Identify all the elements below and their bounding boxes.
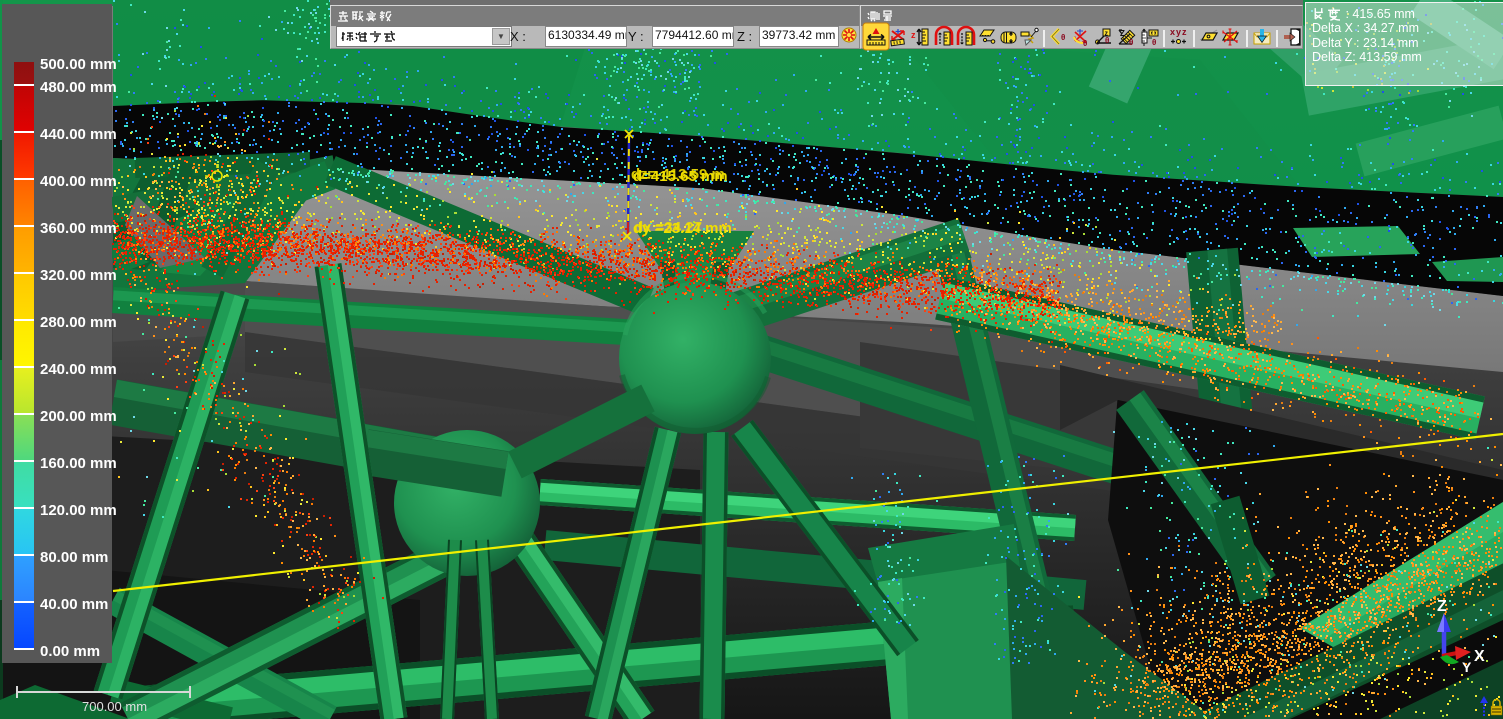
svg-text:dz=-413.59 m: dz=-413.59 m [631, 166, 725, 183]
svg-text:Z: Z [1437, 598, 1447, 615]
svg-text:Y: Y [1462, 659, 1472, 675]
svg-text:θ: θ [1152, 38, 1156, 47]
svg-text:θ: θ [1083, 39, 1087, 48]
svg-text:X: X [1474, 648, 1485, 665]
svg-text:700.00 mm: 700.00 mm [82, 699, 147, 714]
svg-text:z: z [911, 30, 916, 40]
svg-text:θ: θ [1129, 38, 1133, 47]
svg-text:θ: θ [1061, 33, 1065, 42]
svg-text:dx =34.27: dx =34.27 [634, 219, 702, 236]
svg-text:θ: θ [1105, 36, 1109, 45]
svg-text:xyz: xyz [1170, 27, 1188, 37]
